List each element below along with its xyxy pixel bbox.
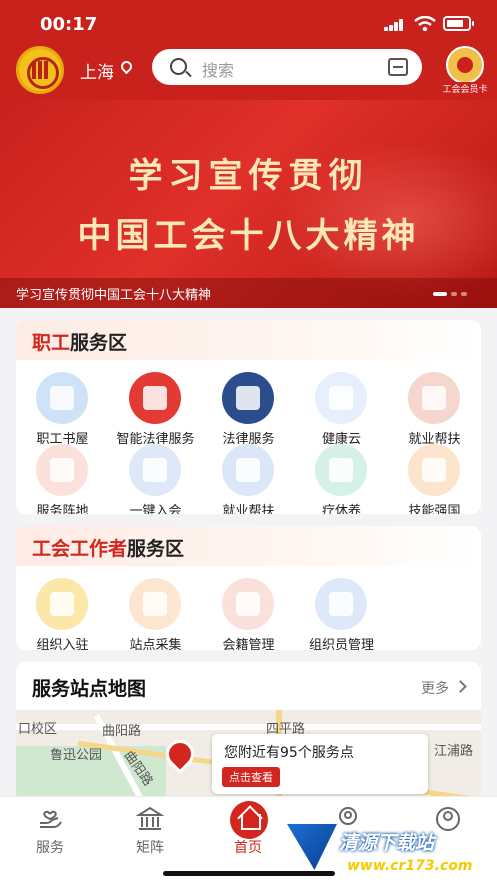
service-item-label: 一键入会 (129, 504, 182, 514)
job-profile-icon (408, 372, 460, 424)
map-label: 口校区 (18, 722, 58, 737)
status-time: 00:17 (40, 14, 98, 35)
banner-line-1: 学习宣传贯彻 (128, 156, 369, 196)
home-indicator (163, 871, 335, 876)
map-label: 曲阳路 (102, 724, 142, 739)
map-label: 江浦路 (434, 744, 474, 759)
worker-zone-title: 职工服务区 (32, 332, 128, 354)
city-selector[interactable]: 上海 (80, 58, 114, 83)
more-link[interactable]: 更多 (421, 678, 449, 698)
service-hand-icon (40, 810, 62, 828)
search-icon (170, 58, 187, 75)
service-map-card: 服务站点地图 更多 口校区 曲阳路 四平路 鲁迅公园 曲阳路 江浦路 您附近有9… (16, 662, 481, 802)
org-building-icon (36, 578, 88, 630)
ai-law-icon (129, 372, 181, 424)
battery-icon (443, 16, 474, 31)
watermark-logo-icon (287, 824, 337, 870)
view-nearby-button[interactable]: 点击查看 (222, 767, 280, 787)
book-icon (36, 372, 88, 424)
member-card-label: 工会会员卡 (440, 82, 490, 95)
whistle-icon (408, 444, 460, 496)
member-card-icon (446, 46, 484, 84)
matrix-building-icon (136, 806, 164, 830)
nearby-popup[interactable]: 您附近有95个服务点 点击查看 (212, 734, 428, 794)
organizer-icon (315, 578, 367, 630)
worker-service-card: 职工服务区 职工书屋 智能法律服务 法律服务 健康云 就业帮扶 服务阵地 一键入会 就业帮扶疗… (16, 320, 481, 514)
map-pin-icon[interactable] (160, 734, 200, 774)
promo-banner[interactable]: 学习宣传贯彻 中国工会十八大精神 学习宣传贯彻中国工会十八大精神 (0, 100, 497, 308)
search-input[interactable]: 搜索 (202, 57, 234, 81)
banner-dot (461, 292, 467, 296)
banner-dot (433, 292, 447, 296)
map-location-icon (36, 444, 88, 496)
12351-hotline-icon (222, 372, 274, 424)
search-bar[interactable]: 搜索 (152, 49, 422, 85)
banner-caption-bar: 学习宣传贯彻中国工会十八大精神 (0, 278, 497, 308)
scan-icon[interactable] (388, 58, 408, 76)
service-item-label: 组织入驻 (36, 638, 89, 650)
job-star-icon (222, 444, 274, 496)
staff-zone-title: 工会工作者服务区 (32, 538, 185, 560)
site-collect-icon (129, 578, 181, 630)
banner-caption: 学习宣传贯彻中国工会十八大精神 (16, 288, 212, 303)
app-header: 00:17 上海 搜索 工会会员卡 (0, 0, 497, 100)
service-item-label: 就业帮扶 (222, 504, 275, 514)
cloud-plus-icon (315, 372, 367, 424)
member-card-button[interactable]: 工会会员卡 (440, 46, 490, 96)
union-logo-icon[interactable] (16, 46, 64, 94)
staff-service-card: 工会工作者服务区 组织入驻 站点采集 会籍管理 组织员管理 (16, 526, 481, 650)
map-card-title: 服务站点地图 (32, 678, 147, 700)
wifi-icon (414, 16, 436, 32)
banner-line-2: 中国工会十八大精神 (77, 216, 420, 256)
membership-icon (222, 578, 274, 630)
service-item-label: 站点采集 (129, 638, 182, 650)
service-item-label: 组织员管理 (308, 638, 374, 650)
service-item-label: 技能强国 (408, 504, 461, 514)
map-road (16, 724, 481, 730)
palm-tree-icon (315, 444, 367, 496)
location-pin-icon[interactable] (118, 58, 135, 75)
service-map[interactable]: 口校区 曲阳路 四平路 鲁迅公园 曲阳路 江浦路 您附近有95个服务点 点击查看 (16, 710, 481, 802)
map-label: 鲁迅公园 (50, 748, 103, 763)
join-user-icon (129, 444, 181, 496)
service-item-label: 服务阵地 (36, 504, 89, 514)
watermark-url: www.cr173.com (347, 858, 473, 874)
service-item-label: 会籍管理 (222, 638, 275, 650)
cellular-signal-icon (384, 19, 404, 31)
service-item-label: 疗休养 (321, 504, 361, 514)
watermark-text: 清源下载站 (339, 832, 435, 854)
tab-label: 服务 (36, 840, 64, 856)
nearby-count-text: 您附近有95个服务点 (224, 745, 354, 761)
banner-dot (451, 292, 457, 296)
home-icon (230, 801, 268, 839)
tab-label: 首页 (234, 840, 262, 856)
status-bar: 00:17 (0, 0, 497, 44)
tab-label: 矩阵 (136, 840, 164, 856)
